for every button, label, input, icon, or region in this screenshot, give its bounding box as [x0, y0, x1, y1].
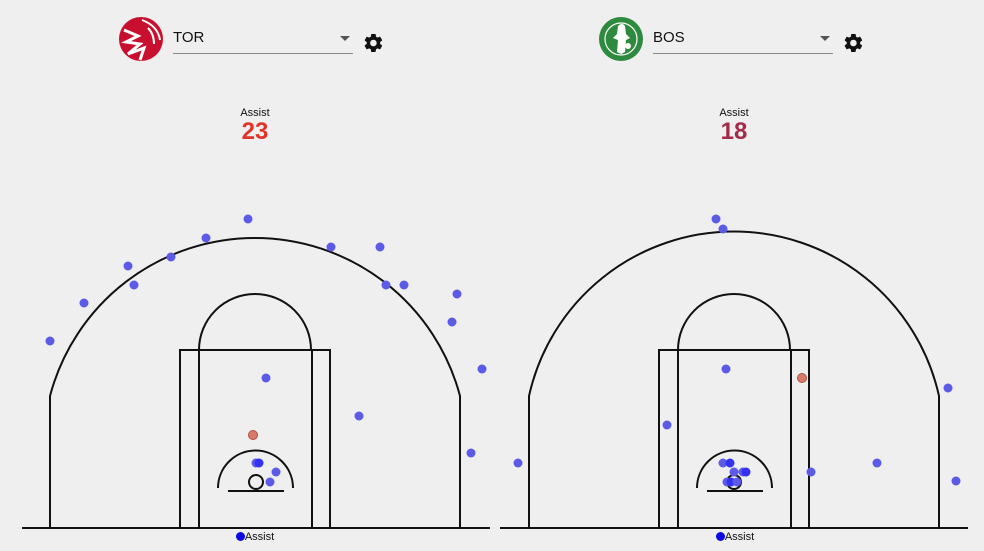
team-panel-tor: TOR Assist 23 Assist: [0, 0, 492, 551]
shot-marker: [732, 477, 742, 487]
shot-marker: [806, 467, 816, 477]
free-throw-circle: [677, 293, 791, 351]
paint-outer: [658, 349, 810, 529]
legend: Assist: [480, 531, 984, 543]
shot-marker: [166, 252, 176, 262]
shot-marker: [243, 214, 253, 224]
shot-marker: [872, 458, 882, 468]
shot-marker: [943, 383, 953, 393]
shot-marker: [123, 261, 133, 271]
shot-marker: [718, 224, 728, 234]
three-point-line: [49, 237, 461, 528]
legend-dot-icon: [235, 532, 245, 541]
shot-marker: [447, 317, 457, 327]
shot-chart-court: [500, 214, 968, 529]
shot-marker: [271, 467, 281, 477]
shot-marker-highlight: [248, 430, 258, 440]
shot-marker: [725, 458, 735, 468]
shot-marker: [466, 448, 476, 458]
shot-marker-highlight: [797, 373, 807, 383]
shot-marker: [662, 420, 672, 430]
shot-marker: [399, 280, 409, 290]
shot-marker: [254, 458, 264, 468]
shot-marker: [513, 458, 523, 468]
team-panel-bos: BOS Assist 18 Assist: [480, 0, 972, 551]
shot-marker: [721, 364, 731, 374]
shot-marker: [375, 242, 385, 252]
shot-marker: [45, 336, 55, 346]
shot-marker: [711, 214, 721, 224]
shot-marker: [951, 476, 961, 486]
shot-marker: [452, 289, 462, 299]
shot-marker: [265, 477, 275, 487]
free-throw-circle: [198, 293, 312, 351]
shot-marker: [129, 280, 139, 290]
legend: Assist: [0, 531, 510, 543]
shot-marker: [201, 233, 211, 243]
legend-label: Assist: [724, 531, 755, 543]
shot-marker: [354, 411, 364, 421]
shot-marker: [729, 467, 739, 477]
shot-marker: [261, 373, 271, 383]
rim: [248, 474, 264, 490]
restricted-arc: [217, 449, 294, 489]
shot-chart-court: [22, 214, 490, 529]
shot-marker: [381, 280, 391, 290]
shot-marker: [79, 298, 89, 308]
legend-label: Assist: [244, 531, 275, 543]
legend-dot-icon: [715, 532, 725, 541]
paint-inner: [677, 349, 792, 529]
shot-marker: [741, 467, 751, 477]
shot-marker: [326, 242, 336, 252]
